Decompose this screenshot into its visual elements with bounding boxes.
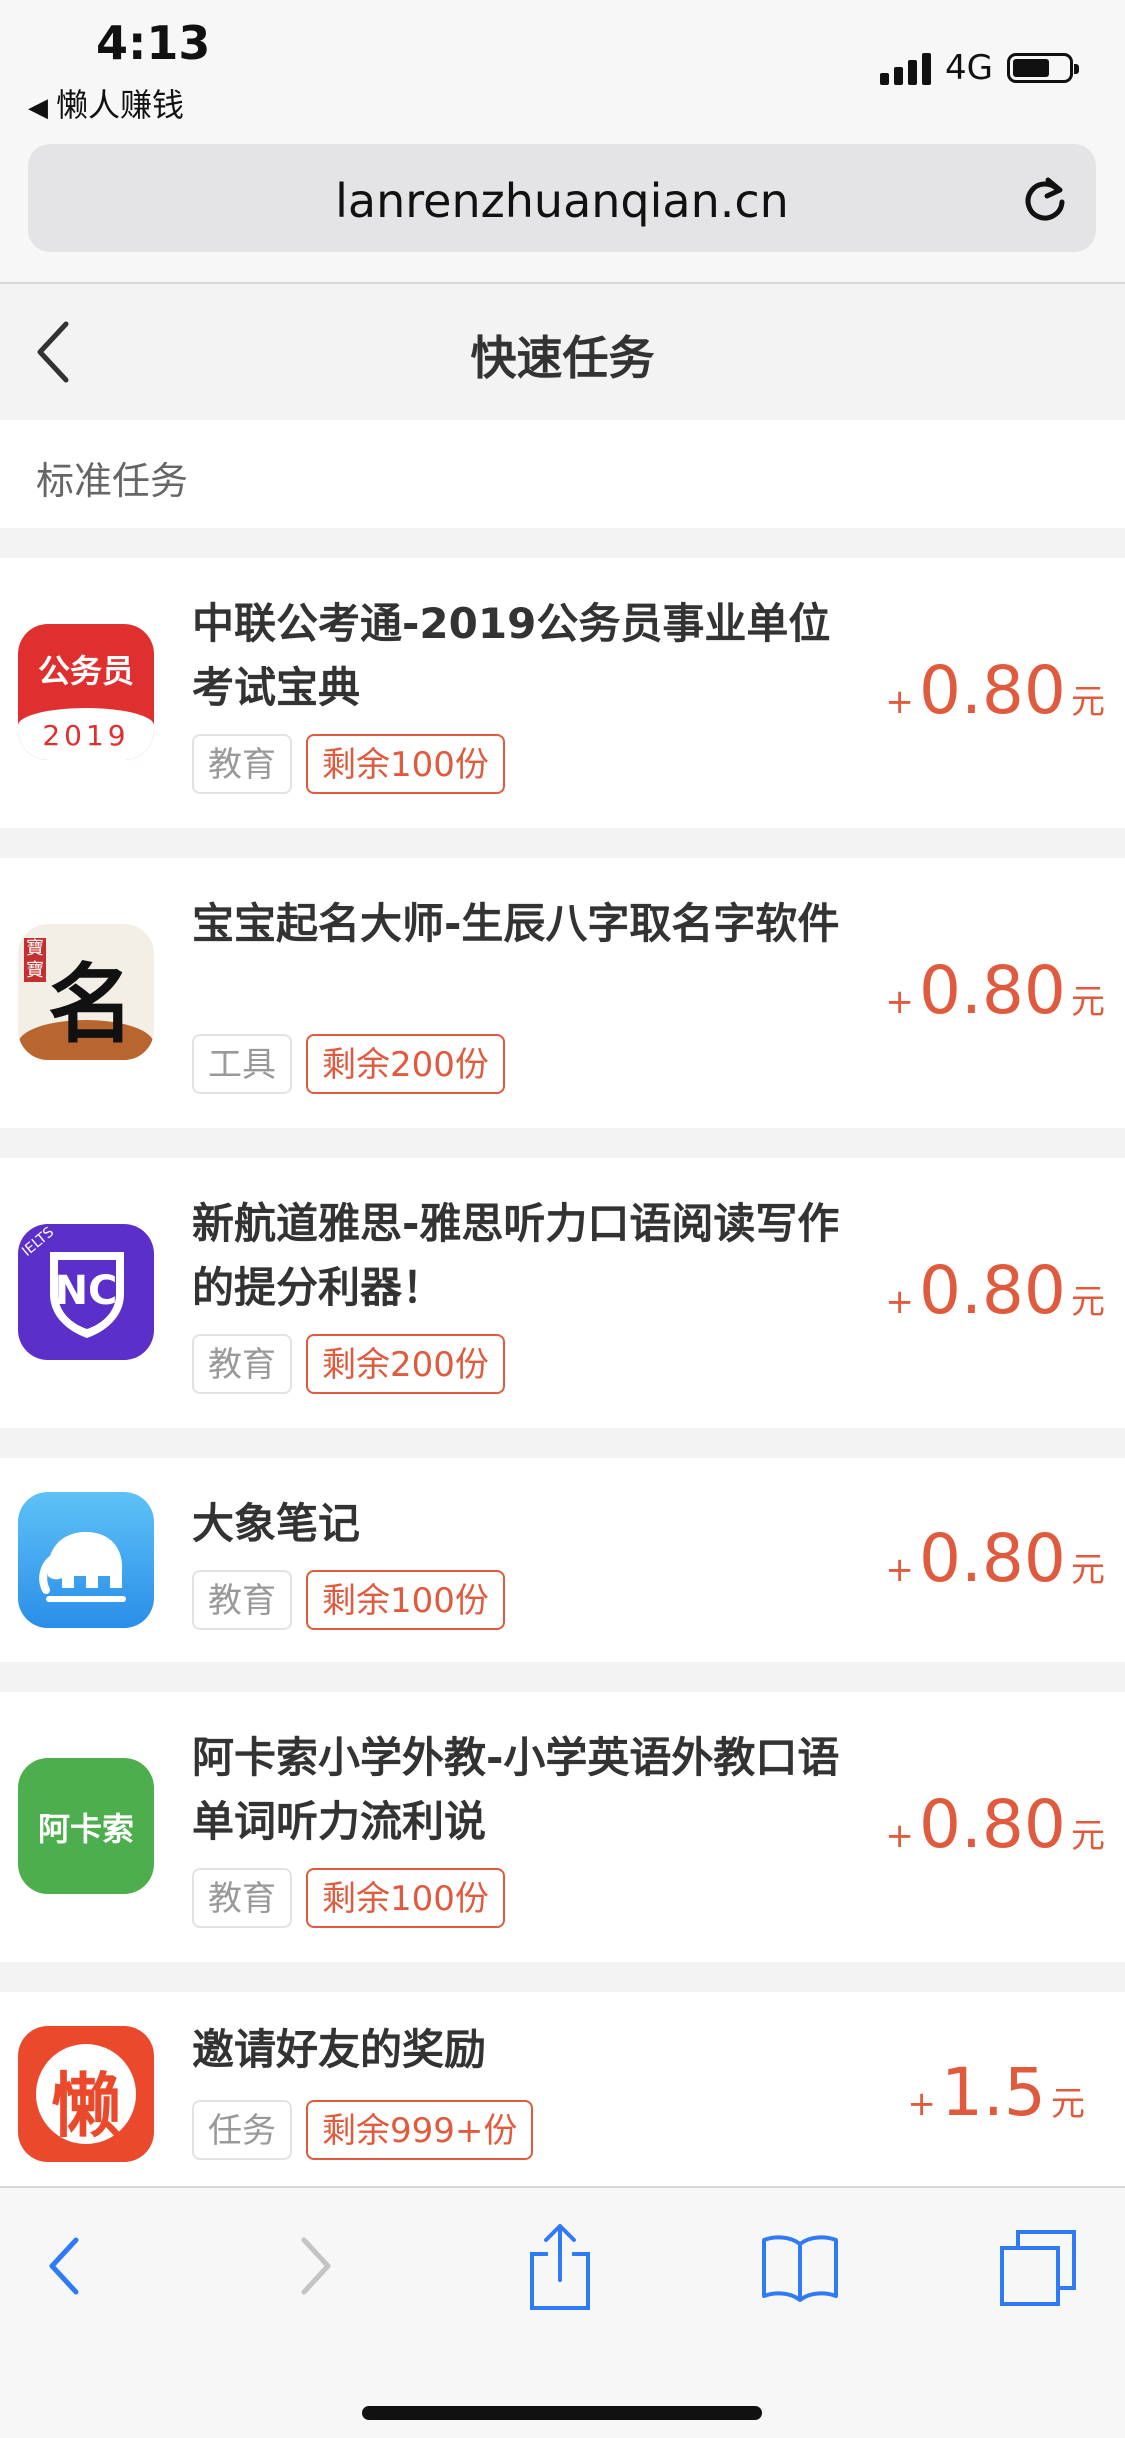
category-tag: 教育: [192, 1570, 292, 1630]
icon-text: 懒: [51, 2065, 121, 2147]
plus-sign: +: [885, 1282, 914, 1322]
reward-amount: 1.5: [940, 2054, 1046, 2131]
currency-unit: 元: [1071, 1282, 1105, 1322]
reward-price: + 1.5 元: [907, 2054, 1085, 2131]
task-card[interactable]: 大象笔记 教育 剩余100份 + 0.80 元: [0, 1458, 1125, 1662]
browser-toolbar: [0, 2186, 1125, 2438]
category-tag: 教育: [192, 1334, 292, 1394]
icon-text: 名: [48, 954, 134, 1055]
icon-subtext: 2019: [42, 719, 130, 752]
icon-text: 公务员: [37, 652, 134, 690]
currency-unit: 元: [1071, 682, 1105, 722]
reward-amount: 0.80: [918, 952, 1066, 1029]
reward-amount: 0.80: [918, 1786, 1066, 1863]
elephant-icon: [39, 1532, 126, 1602]
reward-price: + 0.80 元: [885, 952, 1105, 1029]
icon-subtext: 寶寶: [24, 938, 46, 982]
category-tag: 工具: [192, 1034, 292, 1094]
task-name: 宝宝起名大师-生辰八字取名字软件: [192, 899, 840, 948]
remaining-tag: 剩余100份: [306, 1868, 505, 1928]
cellular-signal-icon: [880, 51, 932, 85]
category-tag: 教育: [192, 1868, 292, 1928]
plus-sign: +: [885, 1816, 914, 1856]
reward-price: + 0.80 元: [885, 1252, 1105, 1329]
plus-sign: +: [907, 2084, 936, 2124]
network-type: 4G: [945, 48, 993, 88]
app-icon-lanren: 懒: [18, 2026, 154, 2162]
task-name: 阿卡索小学外教-小学英语外教口语单词听力流利说: [192, 1733, 840, 1846]
task-card[interactable]: 公务员 2019 中联公考通-2019公务员事业单位考试宝典 教育 剩余100份…: [0, 558, 1125, 828]
task-card[interactable]: 阿卡索 阿卡索小学外教-小学英语外教口语单词听力流利说 教育 剩余100份 + …: [0, 1692, 1125, 1962]
forward-arrow-icon[interactable]: [296, 2234, 336, 2298]
tabs-icon[interactable]: [998, 2228, 1078, 2308]
back-triangle-icon: ◀: [28, 93, 48, 123]
icon-text: 阿卡索: [37, 1810, 134, 1848]
remaining-tag: 剩余200份: [306, 1034, 505, 1094]
section-header: 标准任务: [0, 420, 1125, 528]
url-text: lanrenzhuanqian.cn: [335, 174, 789, 228]
currency-unit: 元: [1051, 2084, 1085, 2124]
plus-sign: +: [885, 982, 914, 1022]
remaining-tag: 剩余200份: [306, 1334, 505, 1394]
reward-price: + 0.80 元: [885, 1786, 1105, 1863]
back-app-label: 懒人赚钱: [56, 86, 185, 124]
back-to-app-link[interactable]: ◀ 懒人赚钱: [28, 80, 184, 126]
task-name: 中联公考通-2019公务员事业单位考试宝典: [192, 599, 831, 712]
currency-unit: 元: [1071, 1816, 1105, 1856]
app-icon-elephant: [18, 1492, 154, 1628]
page-header: 快速任务: [0, 284, 1125, 420]
currency-unit: 元: [1071, 982, 1105, 1022]
url-field[interactable]: lanrenzhuanqian.cn: [28, 144, 1096, 252]
page-title: 快速任务: [470, 331, 655, 385]
share-icon[interactable]: [528, 2222, 592, 2312]
app-icon-xinhangdao: IELTS NC: [18, 1224, 154, 1360]
app-icon-gongkaotong: 公务员 2019: [18, 624, 154, 760]
reload-icon[interactable]: [1020, 174, 1070, 224]
plus-sign: +: [885, 682, 914, 722]
back-arrow-icon[interactable]: [44, 2234, 84, 2298]
app-icon-qiming: 寶寶 名: [18, 924, 154, 1060]
category-tag: 教育: [192, 734, 292, 794]
battery-icon: [1007, 53, 1079, 83]
reward-amount: 0.80: [918, 1520, 1066, 1597]
app-icon-akasuo: 阿卡索: [18, 1758, 154, 1894]
home-indicator[interactable]: [362, 2406, 762, 2420]
task-card[interactable]: 寶寶 名 宝宝起名大师-生辰八字取名字软件 工具 剩余200份 + 0.80 元: [0, 858, 1125, 1128]
remaining-tag: 剩余100份: [306, 1570, 505, 1630]
remaining-tag: 剩余100份: [306, 734, 505, 794]
icon-text: NC: [54, 1268, 118, 1314]
reward-amount: 0.80: [918, 652, 1066, 729]
status-time: 4:13: [96, 16, 211, 70]
bookmarks-icon[interactable]: [760, 2232, 840, 2302]
reward-price: + 0.80 元: [885, 652, 1105, 729]
task-name: 新航道雅思-雅思听力口语阅读写作的提分利器！: [192, 1199, 840, 1312]
reward-amount: 0.80: [918, 1252, 1066, 1329]
reward-price: + 0.80 元: [885, 1520, 1105, 1597]
task-card[interactable]: 懒 邀请好友的奖励 任务 剩余999+份 + 1.5 元: [0, 1992, 1125, 2186]
currency-unit: 元: [1071, 1550, 1105, 1590]
plus-sign: +: [885, 1550, 914, 1590]
task-name: 大象笔记: [192, 1499, 361, 1548]
section-label: 标准任务: [36, 459, 189, 503]
remaining-tag: 剩余999+份: [306, 2100, 534, 2160]
status-bar: 4:13 ◀ 懒人赚钱 4G: [0, 0, 1125, 130]
category-tag: 任务: [192, 2100, 292, 2160]
task-name: 邀请好友的奖励: [192, 2025, 487, 2074]
browser-address-bar: lanrenzhuanqian.cn: [0, 130, 1125, 284]
task-card[interactable]: IELTS NC 新航道雅思-雅思听力口语阅读写作的提分利器！ 教育 剩余200…: [0, 1158, 1125, 1428]
